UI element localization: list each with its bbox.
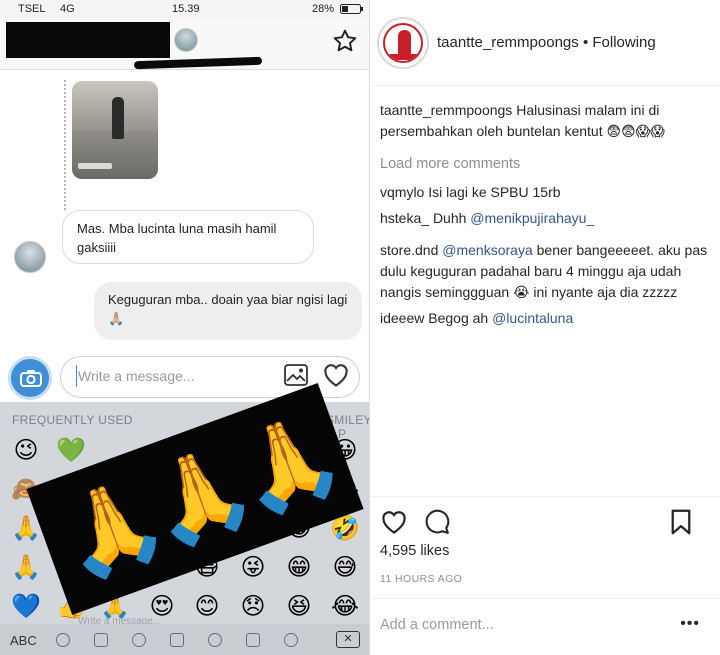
comment-item: ideeew Begog ah @lucintaluna [380,308,714,329]
frequently-used-label: FREQUENTLY USED [12,413,133,427]
emoji-key[interactable]: 😉 [9,436,43,464]
gallery-icon[interactable] [284,364,308,386]
load-more-comments-link[interactable]: Load more comments [380,154,714,175]
network-label: 4G [60,3,75,15]
comment-text: Duhh [432,210,467,226]
emoji-key[interactable]: 😊 [190,592,224,620]
avatar[interactable] [174,28,198,52]
post-panel: taantte_remmpoongs • Following taantte_r… [371,0,720,655]
bookmark-icon[interactable] [669,509,693,535]
following-button[interactable]: Following [592,34,655,51]
dm-header [0,18,369,70]
camera-button[interactable] [8,356,52,400]
emoji-key[interactable]: 💚 [54,436,88,464]
clock: 15.39 [172,3,200,15]
post-username[interactable]: taantte_remmpoongs [437,34,579,51]
redaction-box [6,22,170,58]
status-bar: TSEL 4G 15.39 28% [0,0,369,18]
shared-photo[interactable] [72,81,158,179]
smileys-category-icon[interactable] [94,633,108,647]
emoji-key[interactable]: 😂 [328,592,362,620]
profile-logo [383,23,423,63]
comment-text: Isi lagi ke SPBU 15rb [428,184,561,200]
comment-mention[interactable]: @menikpujirahayu_ [470,210,594,226]
emoji-key[interactable]: 😁 [282,553,316,581]
caption-username[interactable]: taantte_remmpoongs [380,102,512,118]
sender-avatar[interactable] [14,241,46,273]
likes-count[interactable]: 4,595 likes [380,543,449,559]
like-heart-icon[interactable] [380,509,408,535]
food-category-icon[interactable] [170,633,184,647]
emoji-key[interactable]: 😆 [282,592,316,620]
battery-percent: 28% [312,3,335,15]
heart-icon[interactable] [322,362,350,388]
comment-mention[interactable]: @menksoraya [442,242,532,258]
text-cursor [76,365,77,387]
comment-username[interactable]: hsteka_ [380,210,429,226]
emoji-key[interactable]: 🙏 [9,553,43,581]
post-timestamp: 11 HOURS AGO [380,573,463,585]
emoji-key[interactable]: 😜 [236,553,270,581]
star-icon[interactable] [332,28,358,54]
comment-mention[interactable]: @lucintaluna [492,310,573,326]
chat-thread: Mas. Mba lucinta luna masih hamil gaksii… [0,70,369,352]
carrier-label: TSEL [18,3,46,15]
emoji-key[interactable]: 💙 [9,592,43,620]
abc-key[interactable]: ABC [10,633,37,648]
comment-username[interactable]: vqmylo [380,184,424,200]
battery-icon [340,4,363,14]
dm-screenshot: TSEL 4G 15.39 28% Mas. Mba lucinta luna … [0,0,370,655]
caption: taantte_remmpoongs Halusinasi malam ini … [380,100,714,142]
recent-category-icon[interactable] [56,633,70,647]
emoji-key[interactable]: 😅 [328,553,362,581]
post-actions [371,496,720,540]
incoming-message: Mas. Mba lucinta luna masih hamil gaksii… [62,210,314,264]
outgoing-message: Keguguran mba.. doain yaa biar ngisi lag… [94,282,362,340]
comment-item: vqmylo Isi lagi ke SPBU 15rb [380,182,714,203]
comment-text: Begog ah [428,310,489,326]
add-comment-input[interactable]: Add a comment... [380,617,494,633]
avatar[interactable] [377,17,429,69]
backspace-icon[interactable]: ✕ [336,631,360,648]
message-placeholder: Write a message... [78,368,195,384]
post-header: taantte_remmpoongs • Following [371,0,720,86]
keyboard-category-bar: ABC ✕ [0,624,369,655]
comment-username[interactable]: store.dnd [380,242,438,258]
header-bullet: • [582,34,589,51]
add-comment-bar: Add a comment... ••• [371,598,720,655]
comment-item: store.dnd @menksoraya bener bangeeeeet. … [380,240,714,303]
travel-category-icon[interactable] [246,633,260,647]
photo-person [112,97,124,139]
objects-category-icon[interactable] [284,633,298,647]
emoji-key[interactable]: 😞 [236,592,270,620]
comment-item: hsteka_ Duhh @menikpujirahayu_ [380,208,714,229]
sports-category-icon[interactable] [208,633,222,647]
post-username-line: taantte_remmpoongs • Following [437,34,656,51]
camera-icon [20,370,42,387]
comment-username[interactable]: ideeew [380,310,424,326]
reply-line [64,80,66,210]
comment-icon[interactable] [424,509,450,535]
comments-list: taantte_remmpoongs Halusinasi malam ini … [380,100,714,334]
redaction-line [133,56,263,70]
animals-category-icon[interactable] [132,633,146,647]
more-options-icon[interactable]: ••• [680,615,700,633]
